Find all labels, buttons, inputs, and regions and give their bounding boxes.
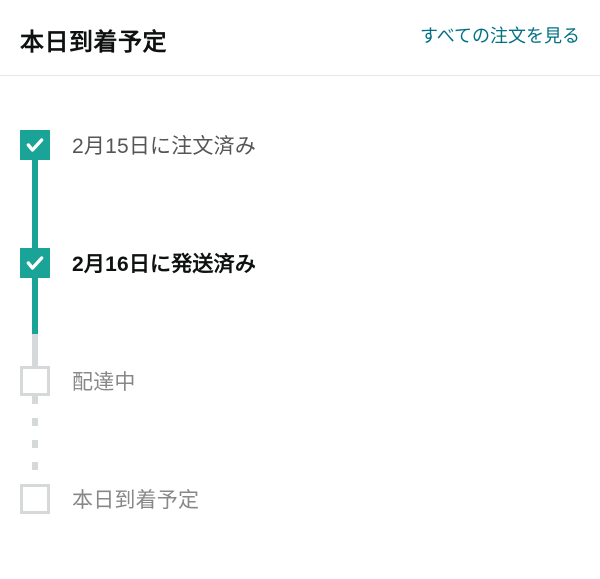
- timeline-step: 2月16日に発送済み: [20, 248, 580, 278]
- timeline-step-label: 本日到着予定: [50, 484, 199, 514]
- timeline-connector: [20, 396, 50, 484]
- timeline-step: 2月15日に注文済み: [20, 130, 580, 160]
- timeline-step: 配達中: [20, 366, 580, 396]
- connector-line-dashed: [32, 396, 38, 484]
- view-all-orders-link[interactable]: すべての注文を見る: [420, 22, 580, 49]
- timeline-step-label: 2月15日に注文済み: [50, 130, 256, 160]
- timeline-connector: [20, 160, 50, 248]
- header: 本日到着予定 すべての注文を見る: [0, 0, 600, 76]
- timeline-connector: [20, 278, 50, 366]
- connector-line-solid: [32, 278, 38, 334]
- pending-box-icon: [20, 366, 50, 396]
- timeline-step-label: 配達中: [50, 366, 136, 396]
- check-icon: [20, 248, 50, 278]
- connector-line-solid: [32, 160, 38, 248]
- delivery-timeline: 2月15日に注文済み 2月16日に発送済み 配達中 本日到着予定: [0, 76, 600, 534]
- connector-line-pending: [32, 334, 38, 366]
- timeline-step-label: 2月16日に発送済み: [50, 248, 256, 278]
- page-title: 本日到着予定: [20, 22, 167, 57]
- timeline-step: 本日到着予定: [20, 484, 580, 514]
- check-icon: [20, 130, 50, 160]
- pending-box-icon: [20, 484, 50, 514]
